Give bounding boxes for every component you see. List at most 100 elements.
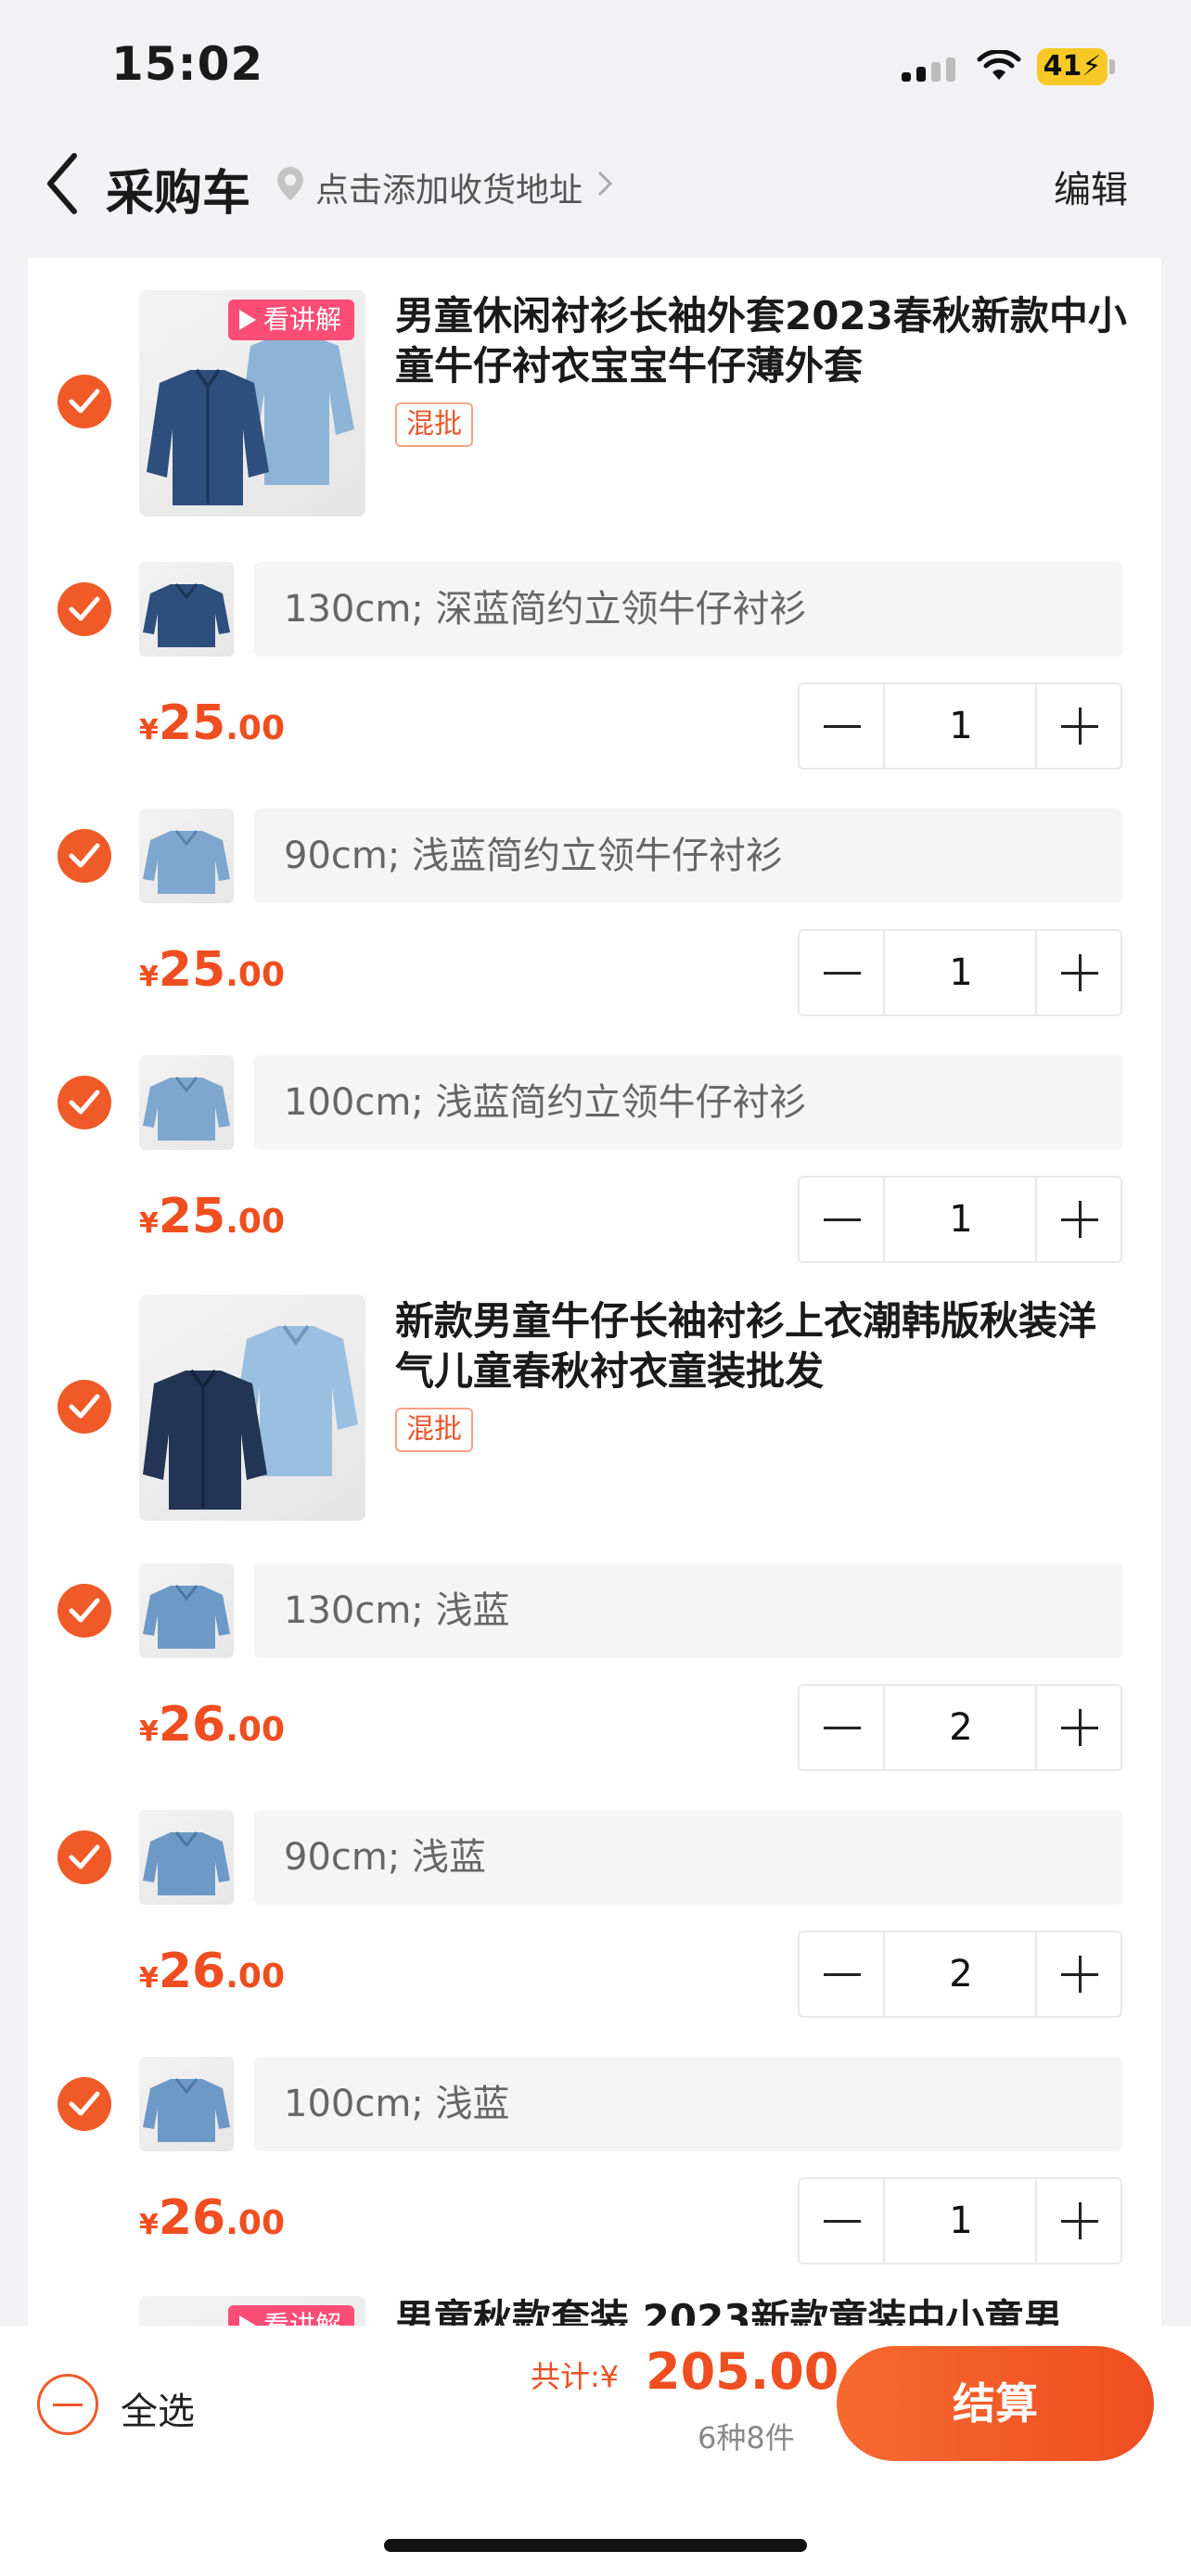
quantity-stepper: 2 bbox=[798, 1931, 1122, 2018]
quantity-stepper: 1 bbox=[798, 929, 1122, 1016]
quantity-input[interactable]: 2 bbox=[887, 1932, 1035, 2016]
sku-price: ¥26.00 bbox=[139, 2190, 285, 2246]
chevron-right-icon[interactable] bbox=[594, 167, 616, 200]
sku-price: ¥26.00 bbox=[139, 1697, 285, 1753]
checkmark-icon bbox=[69, 2091, 100, 2116]
add-address-link[interactable]: 点击添加收货地址 bbox=[315, 163, 583, 211]
sku-checkbox[interactable] bbox=[58, 1830, 111, 1884]
sku-thumbnail[interactable] bbox=[139, 809, 234, 903]
sku-spec-selector[interactable]: 90cm; 浅蓝 bbox=[254, 1810, 1122, 1905]
quantity-input[interactable]: 2 bbox=[887, 1686, 1035, 1769]
product-title[interactable]: 男童秋款套装 2023新款童装中小童男 bbox=[395, 2294, 1128, 2326]
sku-price: ¥25.00 bbox=[139, 695, 285, 751]
product-image[interactable]: 看讲解 bbox=[139, 290, 365, 516]
product-title[interactable]: 男童休闲衬衫长袖外套2023春秋新款中小童牛仔衬衣宝宝牛仔薄外套 bbox=[395, 291, 1128, 391]
increase-button[interactable] bbox=[1035, 684, 1121, 768]
checkmark-icon bbox=[69, 1394, 100, 1419]
denim-shirt-thumbnail bbox=[143, 583, 230, 647]
denim-shirt-thumbnail bbox=[143, 1585, 230, 1649]
quantity-stepper: 1 bbox=[798, 1176, 1122, 1263]
increase-button[interactable] bbox=[1035, 1932, 1121, 2016]
quantity-stepper: 2 bbox=[798, 1684, 1122, 1771]
increase-button[interactable] bbox=[1035, 1178, 1121, 1261]
edit-button[interactable]: 编辑 bbox=[1054, 159, 1128, 213]
battery-cap bbox=[1109, 59, 1115, 74]
sku-price: ¥25.00 bbox=[139, 1189, 285, 1244]
denim-shirt-thumbnail bbox=[143, 830, 230, 894]
sku-thumbnail[interactable] bbox=[139, 1810, 234, 1905]
increase-button[interactable] bbox=[1035, 2179, 1121, 2263]
price-decimal: .00 bbox=[225, 2204, 286, 2242]
total-currency: ¥ bbox=[599, 2359, 620, 2394]
back-arrow-icon[interactable] bbox=[41, 148, 89, 219]
cellular-signal-icon bbox=[902, 57, 955, 82]
quantity-stepper: 1 bbox=[798, 682, 1122, 770]
battery-icon: 41⚡ bbox=[1037, 48, 1108, 85]
video-explain-badge[interactable]: 看讲解 bbox=[227, 300, 354, 340]
checkmark-icon bbox=[69, 1090, 100, 1115]
quantity-input[interactable]: 1 bbox=[887, 2179, 1035, 2263]
sku-thumbnail[interactable] bbox=[139, 562, 234, 657]
sku-checkbox[interactable] bbox=[58, 1584, 111, 1638]
denim-shirt-thumbnail bbox=[143, 1831, 230, 1895]
product-image[interactable] bbox=[139, 1294, 365, 1521]
decrease-button[interactable] bbox=[800, 1178, 885, 1261]
currency-symbol: ¥ bbox=[139, 1715, 159, 1748]
checkout-button[interactable]: 结算 bbox=[837, 2346, 1154, 2461]
denim-shirt-thumbnail bbox=[143, 1077, 230, 1141]
video-badge-label: 看讲解 bbox=[263, 304, 341, 335]
decrease-button[interactable] bbox=[800, 1932, 885, 2016]
checkmark-icon bbox=[69, 1844, 100, 1869]
decrease-button[interactable] bbox=[800, 1686, 885, 1769]
video-explain-badge[interactable]: 看讲解 bbox=[227, 2305, 354, 2326]
checkmark-icon bbox=[69, 843, 100, 868]
quantity-input[interactable]: 1 bbox=[887, 931, 1035, 1014]
price-decimal: .00 bbox=[225, 709, 286, 747]
sku-checkbox[interactable] bbox=[58, 582, 111, 636]
sku-thumbnail[interactable] bbox=[139, 1563, 234, 1658]
total-label: 共计:¥ bbox=[531, 2353, 619, 2396]
decrease-button[interactable] bbox=[800, 931, 885, 1014]
status-time: 15:02 bbox=[111, 37, 264, 91]
product-checkbox[interactable] bbox=[58, 1380, 111, 1434]
sku-checkbox[interactable] bbox=[58, 1076, 111, 1129]
sku-spec-selector[interactable]: 100cm; 浅蓝 bbox=[254, 2057, 1122, 2151]
checkmark-icon bbox=[69, 596, 100, 621]
currency-symbol: ¥ bbox=[139, 714, 159, 746]
decrease-button[interactable] bbox=[800, 2179, 885, 2263]
sku-spec-selector[interactable]: 100cm; 浅蓝简约立领牛仔衬衫 bbox=[254, 1055, 1122, 1150]
sku-thumbnail[interactable] bbox=[139, 2057, 234, 2151]
product-image[interactable]: 看讲解 bbox=[139, 2296, 365, 2326]
currency-symbol: ¥ bbox=[139, 961, 159, 993]
quantity-input[interactable]: 1 bbox=[887, 1178, 1035, 1261]
increase-button[interactable] bbox=[1035, 931, 1121, 1014]
decrease-button[interactable] bbox=[800, 684, 885, 768]
wifi-icon bbox=[977, 50, 1021, 80]
page-title: 采购车 bbox=[106, 166, 251, 222]
battery-level: 41 bbox=[1043, 50, 1082, 83]
home-indicator[interactable] bbox=[384, 2539, 807, 2552]
location-pin-icon[interactable] bbox=[275, 165, 306, 202]
increase-button[interactable] bbox=[1035, 1686, 1121, 1769]
product-checkbox[interactable] bbox=[58, 375, 111, 428]
sku-spec-selector[interactable]: 130cm; 浅蓝 bbox=[254, 1563, 1122, 1658]
product-title[interactable]: 新款男童牛仔长袖衬衫上衣潮韩版秋装洋气儿童春秋衬衣童装批发 bbox=[395, 1296, 1128, 1396]
currency-symbol: ¥ bbox=[139, 2209, 159, 2241]
sku-thumbnail[interactable] bbox=[139, 1055, 234, 1150]
select-all-label[interactable]: 全选 bbox=[121, 2381, 195, 2435]
sku-checkbox[interactable] bbox=[58, 2077, 111, 2131]
checkmark-icon bbox=[69, 389, 100, 414]
sku-spec-selector[interactable]: 130cm; 深蓝简约立领牛仔衬衫 bbox=[254, 562, 1122, 657]
price-integer: 26 bbox=[158, 2190, 226, 2246]
price-integer: 25 bbox=[158, 695, 226, 751]
sku-spec-selector[interactable]: 90cm; 浅蓝简约立领牛仔衬衫 bbox=[254, 809, 1122, 903]
price-decimal: .00 bbox=[225, 1958, 286, 1996]
total-amount: 205.00 bbox=[646, 2342, 839, 2401]
total-label-text: 共计: bbox=[531, 2359, 600, 2394]
quantity-input[interactable]: 1 bbox=[887, 684, 1035, 768]
select-all-checkbox-icon[interactable] bbox=[37, 2374, 98, 2435]
sku-checkbox[interactable] bbox=[58, 829, 111, 883]
price-integer: 25 bbox=[158, 1189, 226, 1244]
price-integer: 26 bbox=[158, 1944, 226, 1999]
play-icon bbox=[238, 310, 256, 330]
